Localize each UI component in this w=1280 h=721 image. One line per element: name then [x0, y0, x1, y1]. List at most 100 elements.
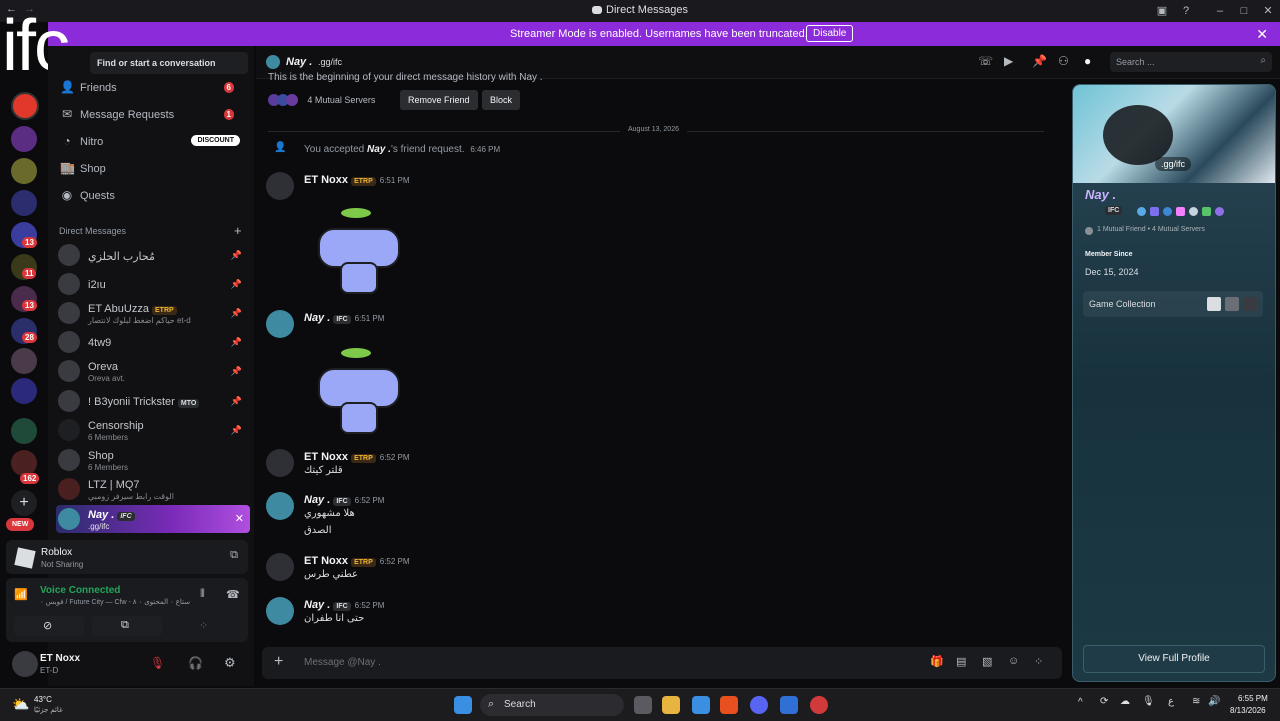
dm-item[interactable]: i2ıu 📌 [56, 270, 250, 300]
profile-mutuals[interactable]: 1 Mutual Friend • 4 Mutual Servers [1097, 226, 1205, 233]
create-dm-icon[interactable]: + [234, 223, 242, 238]
message-author[interactable]: Nay . IFC 6:52 PM [304, 599, 384, 611]
wumpus-sticker[interactable] [318, 208, 400, 294]
game-collection-row[interactable]: Game Collection [1083, 291, 1263, 317]
pin-icon[interactable]: 📌 [231, 250, 242, 261]
upload-plus-icon[interactable]: + [274, 653, 283, 671]
dm-item[interactable]: ! B3yonii Trickster MTO 📌 [56, 387, 250, 417]
close-banner-icon[interactable]: ✕ [1256, 26, 1268, 43]
mic-tray-icon[interactable]: 🎙 [1142, 696, 1155, 707]
new-badge[interactable]: NEW [6, 518, 35, 531]
author-avatar[interactable] [266, 553, 294, 581]
block-button[interactable]: Block [482, 90, 521, 110]
clock-time[interactable]: 6:55 PM [1238, 694, 1268, 703]
message-author[interactable]: Nay . IFC 6:52 PM [304, 494, 384, 506]
maximize-button[interactable]: □ [1236, 3, 1252, 19]
nav-message-requests[interactable]: ✉ Message Requests 1 [56, 103, 246, 127]
view-full-profile-button[interactable]: View Full Profile [1083, 645, 1265, 673]
nav-quests[interactable]: ◉ Quests [56, 184, 246, 208]
server-icon[interactable] [11, 158, 37, 184]
dm-item[interactable]: ET AbuUzza ETRP حياكم اضغط لبلوك لانتصار… [56, 299, 250, 329]
noise-suppression-icon[interactable]: ⦀ [200, 588, 205, 601]
pinned-messages-icon[interactable]: 📌 [1032, 54, 1047, 68]
file-explorer-icon[interactable] [662, 696, 680, 714]
author-avatar[interactable] [266, 597, 294, 625]
activities-button[interactable]: ⁘ [170, 616, 240, 636]
dm-item[interactable]: Oreva Oreva avt. 📌 [56, 357, 250, 387]
badge-icon[interactable] [1150, 207, 1159, 216]
screen-share-icon[interactable]: ⧉ [230, 549, 238, 562]
video-call-icon[interactable]: ▶ [1004, 54, 1013, 68]
settings-gear-icon[interactable]: ⚙ [224, 655, 236, 671]
badge-icon[interactable] [1189, 207, 1198, 216]
pin-icon[interactable]: 📌 [231, 337, 242, 348]
weather-icon[interactable]: ⛅ [12, 696, 29, 713]
author-avatar[interactable] [266, 492, 294, 520]
help-icon[interactable]: ? [1178, 3, 1194, 19]
camera-off-button[interactable]: ⊘ [14, 616, 84, 636]
dm-item[interactable]: Censorship 6 Members 📌 [56, 416, 250, 446]
pin-icon[interactable]: 📌 [231, 279, 242, 290]
server-icon[interactable] [11, 126, 37, 152]
nav-nitro[interactable]: ◔ Nitro DISCOUNT [56, 130, 246, 154]
dm-item[interactable]: 4tw9 📌 [56, 328, 250, 358]
store-icon[interactable] [692, 696, 710, 714]
gift-icon[interactable]: 🎁 [930, 655, 944, 668]
app-icon[interactable] [810, 696, 828, 714]
wumpus-sticker[interactable] [318, 348, 400, 434]
share-screen-button[interactable]: ⧉ [92, 616, 162, 636]
wifi-icon[interactable]: ≋ [1192, 696, 1200, 707]
minimize-button[interactable]: – [1212, 3, 1228, 19]
voice-call-icon[interactable]: ☏ [978, 54, 993, 68]
user-avatar[interactable] [12, 651, 38, 677]
badge-icon[interactable] [1137, 207, 1146, 216]
dm-item[interactable]: Shop 6 Members [56, 446, 250, 476]
add-server-icon[interactable]: + [11, 490, 37, 516]
message-author[interactable]: ET Noxx ETRP 6:51 PM [304, 174, 410, 186]
nav-shop[interactable]: 🏬 Shop [56, 157, 246, 181]
close-dm-icon[interactable]: ✕ [235, 512, 244, 525]
disconnect-icon[interactable]: ☎ [226, 588, 240, 601]
user-profile-toggle-icon[interactable]: ● [1084, 54, 1091, 68]
clock-date[interactable]: 8/13/2026 [1230, 706, 1266, 715]
inbox-icon[interactable]: ▣ [1154, 3, 1170, 19]
mutual-servers-link[interactable]: 4 Mutual Servers [307, 95, 375, 105]
message-author[interactable]: ET Noxx ETRP 6:52 PM [304, 451, 410, 463]
dm-item[interactable]: LTZ | MQ7 الوقت رابط سيرفر زومبي [56, 475, 250, 505]
server-icon[interactable] [11, 348, 37, 374]
author-avatar[interactable] [266, 449, 294, 477]
pin-icon[interactable]: 📌 [231, 366, 242, 377]
server-icon[interactable] [11, 190, 37, 216]
disable-streamer-button[interactable]: Disable [806, 25, 854, 42]
close-window-button[interactable]: ✕ [1260, 3, 1276, 19]
badge-icon[interactable] [1163, 207, 1172, 216]
cloud-icon[interactable]: ☁ [1120, 696, 1130, 707]
badge-icon[interactable] [1215, 207, 1224, 216]
start-button-icon[interactable] [454, 696, 472, 714]
voice-channel[interactable]: فويس ٠ / Future City — Cfw - ستاع ٠ المح… [40, 598, 190, 606]
search-input[interactable]: Search ... ⌕ [1110, 52, 1272, 72]
message-author[interactable]: ET Noxx ETRP 6:52 PM [304, 555, 410, 567]
volume-icon[interactable]: 🔊 [1208, 696, 1220, 707]
taskbar-search[interactable]: ⌕ Search [480, 694, 624, 716]
language-indicator[interactable]: ع [1168, 696, 1174, 707]
pin-icon[interactable]: 📌 [231, 396, 242, 407]
sync-icon[interactable]: ⟳ [1100, 696, 1108, 707]
header-name[interactable]: Nay . [286, 56, 312, 68]
nav-friends[interactable]: 👤 Friends 6 [56, 76, 246, 100]
message-author[interactable]: Nay . IFC 6:51 PM [304, 312, 384, 324]
emoji-icon[interactable]: ☺ [1008, 655, 1019, 667]
profile-avatar[interactable] [1103, 105, 1173, 165]
find-conversation-button[interactable]: Find or start a conversation [90, 52, 248, 74]
remove-friend-button[interactable]: Remove Friend [400, 90, 478, 110]
author-avatar[interactable] [266, 310, 294, 338]
app-icon[interactable] [780, 696, 798, 714]
author-avatar[interactable] [266, 172, 294, 200]
mic-muted-icon[interactable]: 🎙 [150, 656, 165, 670]
gif-icon[interactable]: ▤ [956, 655, 966, 668]
server-icon[interactable] [11, 418, 37, 444]
dm-item[interactable]: مُحارب الحلزي 📌 [56, 241, 250, 271]
task-view-icon[interactable] [634, 696, 652, 714]
pin-icon[interactable]: 📌 [231, 425, 242, 436]
sticker-icon[interactable]: ▧ [982, 655, 992, 668]
